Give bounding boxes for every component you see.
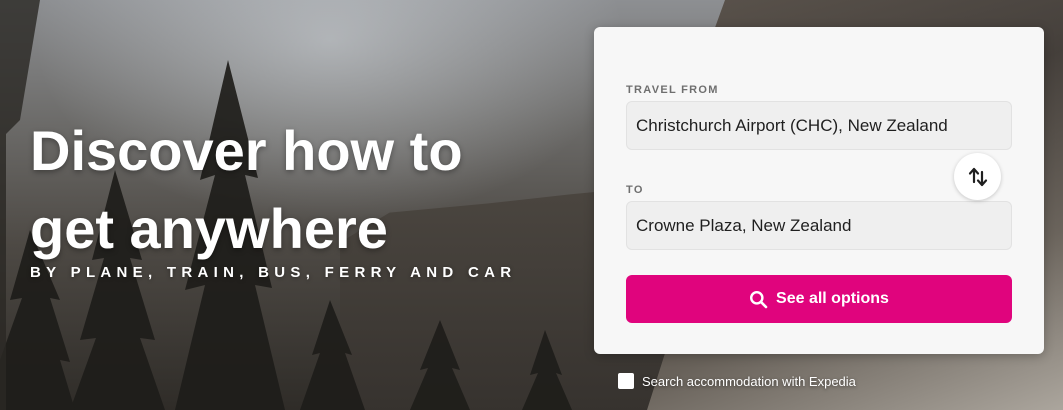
accommodation-option[interactable]: Search accommodation with Expedia: [618, 373, 856, 389]
see-all-options-label: See all options: [776, 290, 889, 307]
headline-line-2: get anywhere: [30, 197, 388, 260]
travel-to-label: TO: [626, 184, 644, 196]
page-subtitle: BY PLANE, TRAIN, BUS, FERRY AND CAR: [30, 264, 517, 281]
travel-from-input[interactable]: Christchurch Airport (CHC), New Zealand: [626, 101, 1012, 150]
accommodation-checkbox[interactable]: [618, 373, 634, 389]
see-all-options-button[interactable]: See all options: [626, 275, 1012, 323]
headline-line-1: Discover how to: [30, 119, 463, 182]
page-title: Discover how to get anywhere: [30, 112, 550, 268]
swap-vertical-icon: [968, 167, 987, 186]
accommodation-label[interactable]: Search accommodation with Expedia: [642, 374, 856, 389]
travel-from-label: TRAVEL FROM: [626, 84, 719, 96]
search-card: TRAVEL FROM Christchurch Airport (CHC), …: [594, 27, 1044, 354]
travel-to-input[interactable]: Crowne Plaza, New Zealand: [626, 201, 1012, 250]
search-icon: [750, 290, 768, 308]
swap-locations-button[interactable]: [954, 153, 1001, 200]
